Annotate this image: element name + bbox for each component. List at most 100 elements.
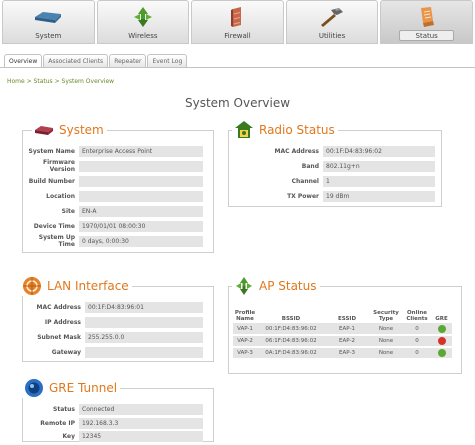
- system-row: System Name Enterprise Access Point: [23, 145, 213, 157]
- lan-globe-icon: [23, 277, 41, 295]
- nav-tab-utilities[interactable]: Utilities: [285, 0, 379, 44]
- profile-cell: VAP-3: [233, 347, 257, 360]
- system-up-time-label: System Up Time: [38, 234, 75, 248]
- gre-error-icon[interactable]: [437, 337, 446, 345]
- radio-tower-icon: [235, 121, 253, 138]
- system-row: Device Time 1970/01/01 08:00:30: [23, 220, 213, 232]
- system-row: Location: [23, 190, 213, 202]
- system-row: Build Number: [23, 175, 213, 187]
- wireless-arrows-icon: [133, 7, 152, 27]
- router-device-icon: [35, 12, 62, 23]
- ap-status-panel-title: AP Status: [232, 276, 320, 296]
- lan-mac-value: 00:1F:D4:83:96:01: [85, 301, 203, 313]
- ip-address-value: [85, 316, 203, 328]
- col-security-type: Security Type: [373, 310, 399, 322]
- ip-address-label: IP Address: [44, 318, 81, 326]
- lan-row: Gateway: [23, 346, 213, 358]
- bssid-cell: 00:1F:D4:83:96:02: [257, 323, 325, 336]
- nav-tab-label: Wireless: [128, 32, 158, 40]
- radio-row: Channel 1: [229, 175, 441, 187]
- hammer-tools-icon: [321, 8, 344, 27]
- table-row: VAP-2 06:1F:D4:83:96:02 EAP-2 None 0: [233, 335, 452, 348]
- radio-row: TX Power 19 dBm: [229, 190, 441, 202]
- key-value: 12345: [79, 430, 203, 442]
- clients-cell: 0: [403, 347, 431, 360]
- nav-tab-label: System: [35, 32, 62, 40]
- band-value: 802.11g+n: [323, 160, 435, 172]
- nav-tab-system[interactable]: System: [2, 0, 95, 44]
- remote-ip-label: Remote IP: [40, 419, 75, 427]
- nav-tab-firewall[interactable]: Firewall: [191, 0, 284, 44]
- bssid-cell: 06:1F:D4:83:96:02: [257, 335, 325, 348]
- firmware-version-value: [79, 160, 203, 172]
- system-name-label: System Name: [28, 147, 75, 155]
- lan-row: Subnet Mask 255.255.0.0: [23, 331, 213, 343]
- gre-row: Status Connected: [23, 403, 213, 415]
- lan-mac-label: MAC Address: [36, 303, 81, 311]
- nav-tab-label: Status: [399, 30, 454, 41]
- status-clipboard-icon: [420, 7, 434, 27]
- system-panel: System Name Enterprise Access Point Firm…: [22, 130, 214, 253]
- security-cell: None: [369, 323, 403, 336]
- lan-interface-panel-title: LAN Interface: [20, 276, 132, 296]
- subtab-event-log[interactable]: Event Log: [147, 54, 188, 68]
- profile-cell: VAP-1: [233, 323, 257, 336]
- gre-status-label: Status: [53, 405, 75, 413]
- device-time-label: Device Time: [33, 222, 75, 230]
- device-time-value: 1970/01/01 08:00:30: [79, 220, 203, 232]
- system-row: Site EN-A: [23, 205, 213, 217]
- gre-row: Key 12345: [23, 430, 213, 442]
- ap-status-panel: Profile Name BSSID ESSID Security Type O…: [228, 286, 462, 374]
- lan-interface-panel: MAC Address 00:1F:D4:83:96:01 IP Address…: [22, 286, 214, 362]
- build-number-value: [79, 175, 203, 187]
- system-up-time-value: 0 days, 0:00:30: [79, 235, 203, 247]
- table-row: VAP-3 0A:1F:D4:83:96:02 EAP-3 None 0: [233, 347, 452, 360]
- gre-status-value: Connected: [79, 403, 203, 415]
- radio-status-panel-title: Radio Status: [232, 120, 338, 140]
- ap-status-title: AP Status: [259, 279, 317, 293]
- build-number-label: Build Number: [28, 177, 75, 185]
- key-label: Key: [62, 432, 75, 440]
- gre-ok-icon[interactable]: [437, 349, 446, 357]
- firmware-version-label: Firmware Version: [43, 159, 75, 173]
- radio-row: Band 802.11g+n: [229, 160, 441, 172]
- col-profile-name: Profile Name: [234, 310, 256, 322]
- table-row: VAP-1 00:1F:D4:83:96:02 EAP-1 None 0: [233, 323, 452, 336]
- essid-cell: EAP-2: [325, 335, 369, 348]
- location-label: Location: [46, 192, 75, 200]
- nav-tab-wireless[interactable]: Wireless: [96, 0, 190, 44]
- subnet-mask-value: 255.255.0.0: [85, 331, 203, 343]
- system-row: System Up Time 0 days, 0:00:30: [23, 234, 213, 248]
- site-label: Site: [61, 207, 75, 215]
- site-value: EN-A: [79, 205, 203, 217]
- channel-value: 1: [323, 175, 435, 187]
- essid-cell: EAP-1: [325, 323, 369, 336]
- subtab-repeater[interactable]: Repeater: [109, 54, 147, 68]
- gre-tunnel-title: GRE Tunnel: [49, 381, 118, 395]
- sub-tabs: Overview Associated Clients Repeater Eve…: [4, 54, 188, 68]
- tx-power-label: TX Power: [287, 192, 319, 200]
- ap-status-table: Profile Name BSSID ESSID Security Type O…: [233, 309, 452, 360]
- band-label: Band: [301, 162, 319, 170]
- subtab-associated-clients[interactable]: Associated Clients: [43, 54, 109, 68]
- subnet-mask-label: Subnet Mask: [37, 333, 81, 341]
- system-title: System: [59, 123, 104, 137]
- gre-cell: [431, 335, 452, 348]
- nav-tab-label: Utilities: [318, 32, 346, 40]
- gateway-label: Gateway: [51, 348, 81, 356]
- col-gre: GRE: [435, 316, 448, 322]
- security-cell: None: [369, 347, 403, 360]
- gre-ok-icon[interactable]: [437, 324, 446, 333]
- clients-cell: 0: [403, 323, 431, 336]
- lan-row: IP Address: [23, 316, 213, 328]
- essid-cell: EAP-3: [325, 347, 369, 360]
- tx-power-value: 19 dBm: [323, 190, 435, 202]
- nav-tab-status[interactable]: Status: [380, 0, 473, 44]
- gateway-value: [85, 346, 203, 358]
- gre-tunnel-panel-title: GRE Tunnel: [22, 378, 121, 398]
- subtab-overview[interactable]: Overview: [4, 54, 43, 68]
- tunnel-globe-icon: [25, 379, 43, 397]
- gre-cell: [431, 323, 452, 336]
- security-cell: None: [369, 335, 403, 348]
- remote-ip-value: 192.168.3.3: [79, 417, 203, 429]
